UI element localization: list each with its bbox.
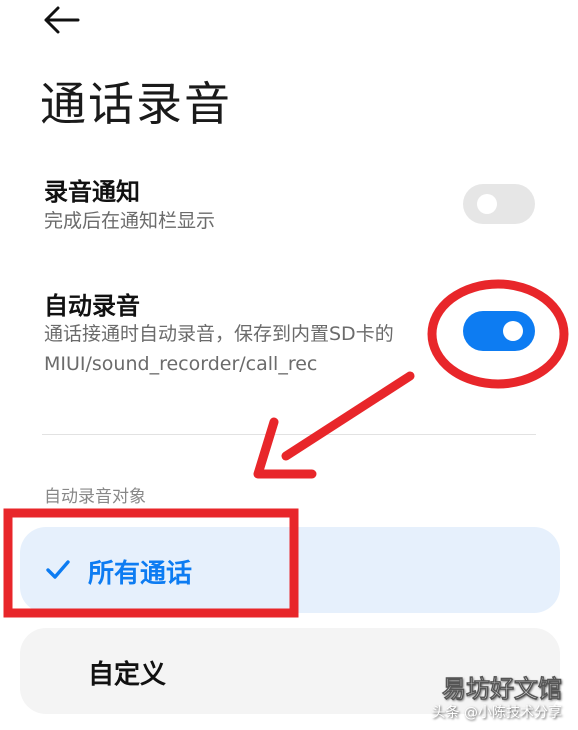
option-all-calls[interactable]: 所有通话 <box>20 527 560 613</box>
divider <box>42 434 536 435</box>
annotation-arrow-head <box>253 417 317 479</box>
watermark: 易坊好文馆 头条 @小陈技术分享 <box>431 669 563 722</box>
watermark-main: 易坊好文馆 <box>442 675 563 704</box>
auto-recording-description-line2: MIUI/sound_recorder/call_rec <box>44 353 318 375</box>
option-all-calls-label: 所有通话 <box>88 559 193 589</box>
auto-recording-toggle[interactable] <box>463 311 535 351</box>
auto-recording-title: 自动录音 <box>44 292 140 320</box>
auto-recording-target-label: 自动录音对象 <box>44 487 146 507</box>
arrow-left-icon <box>44 6 80 34</box>
page-title: 通话录音 <box>40 77 232 131</box>
annotation-arrow-shaft <box>281 371 415 461</box>
check-icon <box>46 560 70 579</box>
recording-notification-toggle[interactable] <box>463 184 535 224</box>
toggle-knob <box>503 321 523 341</box>
option-custom-label: 自定义 <box>88 660 167 690</box>
recording-notification-description: 完成后在通知栏显示 <box>44 210 216 232</box>
auto-recording-description-line1: 通话接通时自动录音，保存到内置SD卡的 <box>44 323 394 345</box>
watermark-sub: 头条 @小陈技术分享 <box>431 705 562 721</box>
recording-notification-title: 录音通知 <box>44 178 140 206</box>
back-button[interactable] <box>40 4 84 36</box>
toggle-knob <box>477 194 497 214</box>
